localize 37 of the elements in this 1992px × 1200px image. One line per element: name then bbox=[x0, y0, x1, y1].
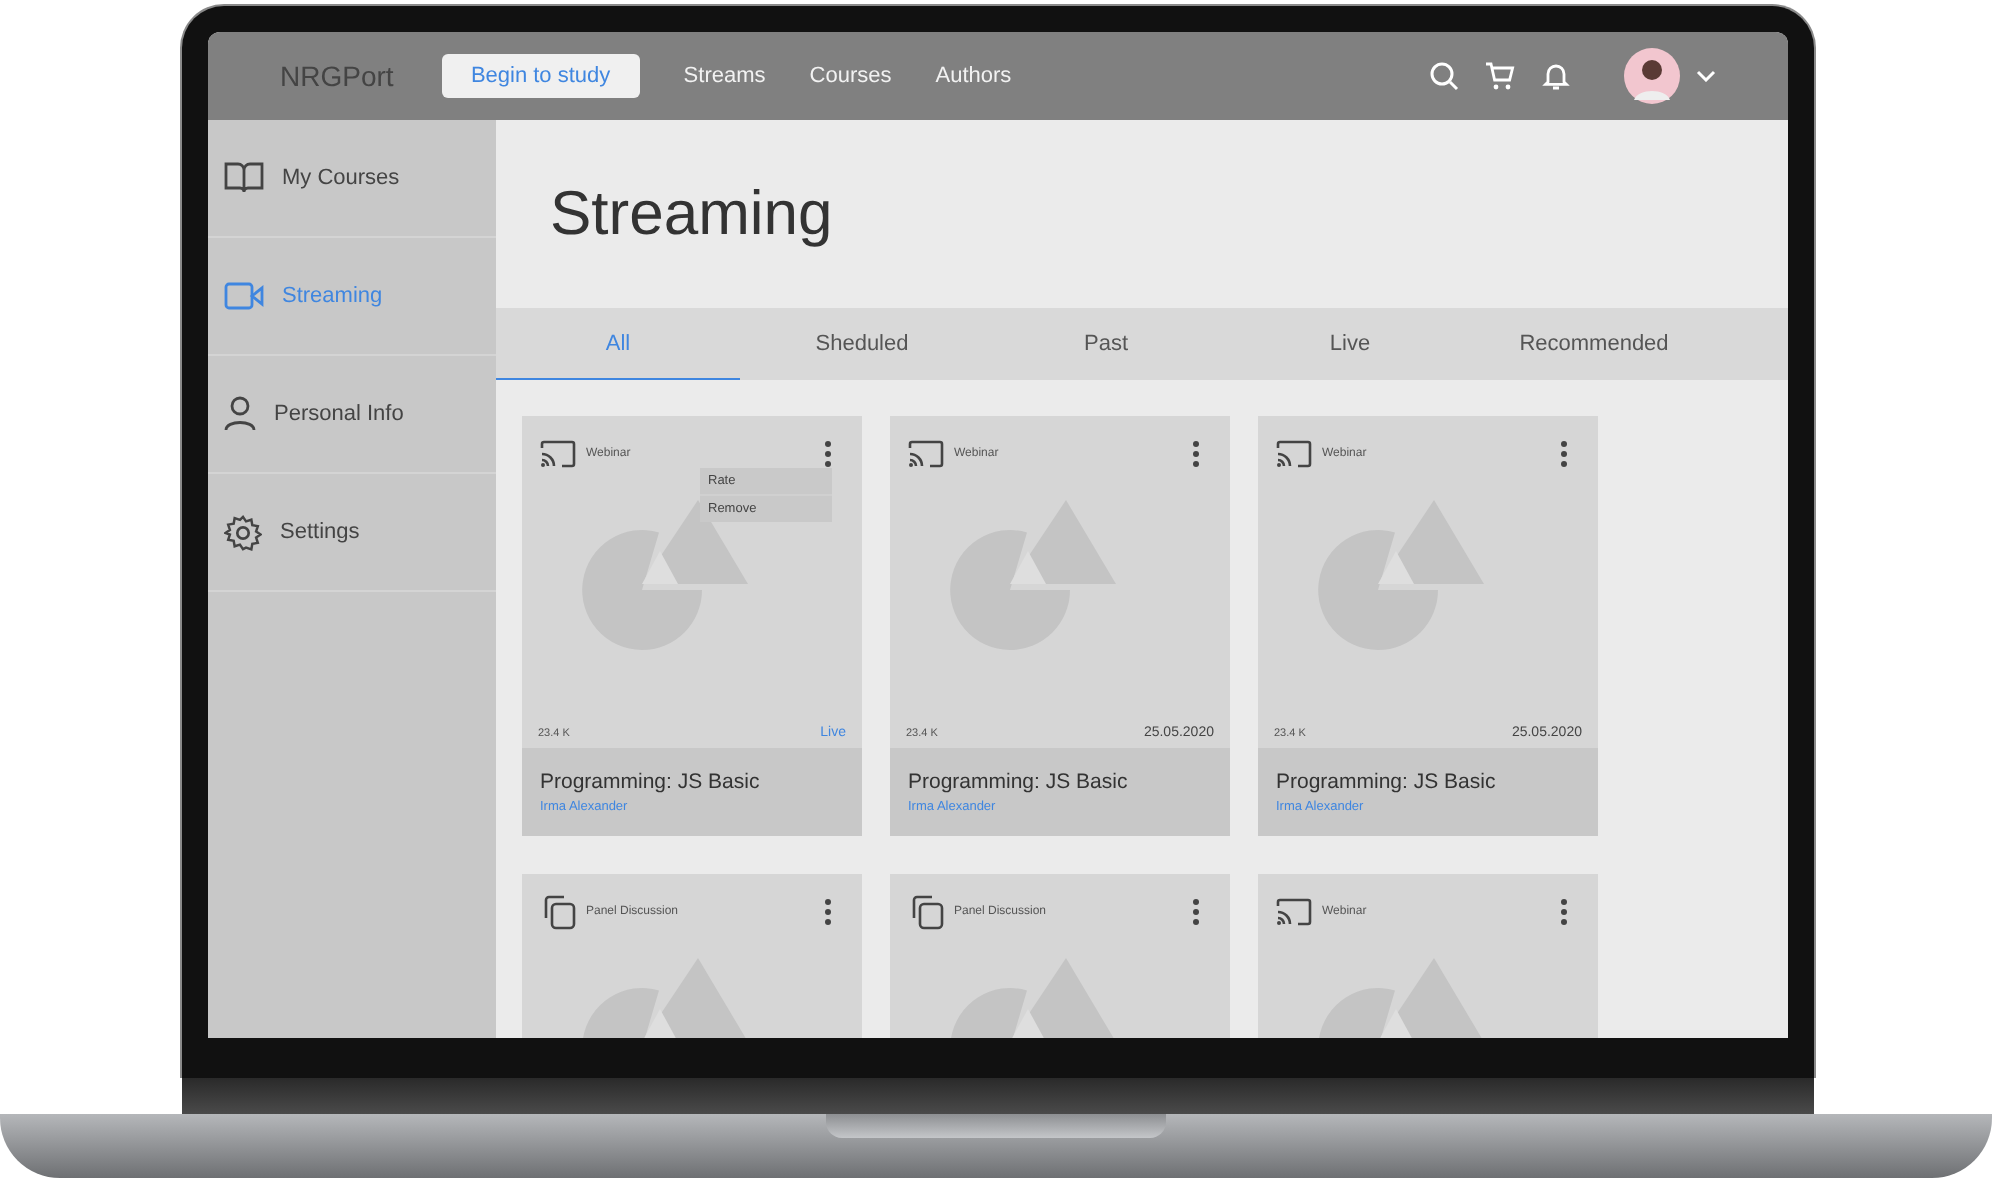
page-title: Streaming bbox=[548, 176, 835, 252]
cast-icon bbox=[908, 440, 944, 468]
nav-link[interactable]: Courses bbox=[809, 64, 892, 88]
nav-link[interactable]: Streams bbox=[683, 64, 766, 88]
cast-icon bbox=[1276, 440, 1312, 468]
more-icon[interactable] bbox=[1192, 440, 1200, 468]
cast-icon bbox=[540, 440, 576, 468]
more-icon[interactable] bbox=[824, 440, 832, 468]
copy-icon bbox=[540, 894, 576, 930]
copy-icon bbox=[908, 894, 944, 930]
more-icon[interactable] bbox=[1560, 440, 1568, 468]
logo: NRGPort bbox=[280, 60, 394, 92]
card-title: Programming: JS Basic bbox=[908, 770, 1130, 794]
avatar[interactable] bbox=[1624, 48, 1680, 104]
chevron-down-icon[interactable] bbox=[1696, 70, 1716, 82]
nav-link[interactable]: Authors bbox=[935, 64, 1012, 88]
begin-button[interactable]: Begin to study bbox=[441, 54, 640, 98]
more-icon[interactable] bbox=[1560, 898, 1568, 926]
card-title: Programming: JS Basic bbox=[540, 770, 762, 794]
tab[interactable]: Recommended bbox=[1472, 308, 1716, 380]
cast-icon bbox=[1276, 898, 1312, 926]
book-icon bbox=[224, 162, 264, 194]
sidebar-item[interactable]: My Courses bbox=[208, 120, 496, 238]
person-icon bbox=[224, 396, 256, 432]
cart-icon[interactable] bbox=[1484, 60, 1516, 92]
card-title: Programming: JS Basic bbox=[1276, 770, 1498, 794]
tab[interactable]: Sheduled bbox=[740, 308, 984, 380]
tab[interactable]: Past bbox=[984, 308, 1228, 380]
more-icon[interactable] bbox=[824, 898, 832, 926]
sidebar-item[interactable]: Settings bbox=[208, 474, 496, 592]
bell-icon[interactable] bbox=[1540, 60, 1572, 92]
more-icon[interactable] bbox=[1192, 898, 1200, 926]
tab[interactable]: Live bbox=[1228, 308, 1472, 380]
settings-icon bbox=[224, 513, 262, 551]
sidebar-item[interactable]: Personal Info bbox=[208, 356, 496, 474]
search-icon[interactable] bbox=[1428, 60, 1460, 92]
video-camera-icon bbox=[224, 282, 264, 310]
